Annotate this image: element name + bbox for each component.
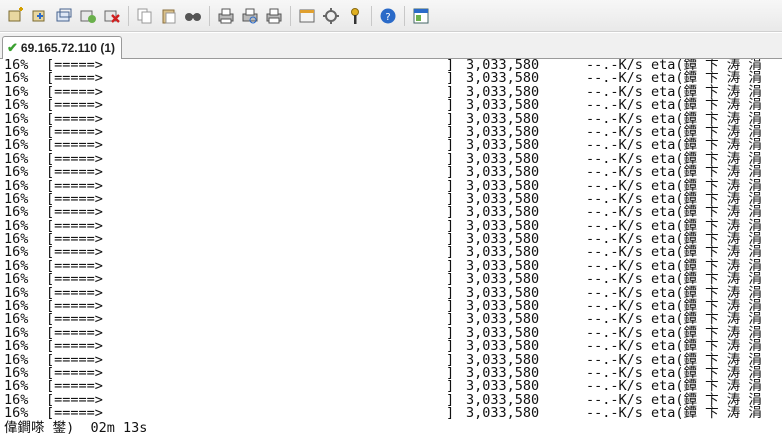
progress-bar-end: ] [446,405,455,422]
session-tab-label: 69.165.72.110 (1) [20,41,115,55]
find-icon[interactable] [183,6,203,26]
rate-eta: --.-K/s eta(鐔 卞 涛 涓 [586,405,762,422]
progress-bar-text: [=====> [46,405,103,422]
settings-icon[interactable] [321,6,341,26]
bytes-downloaded: 3,033,580 [466,405,540,422]
toolbar-separator [404,5,405,26]
disconnect-icon[interactable] [102,6,122,26]
paste-icon[interactable] [159,6,179,26]
svg-text:?: ? [385,12,390,23]
toolbar-separator [371,5,372,26]
print-icon[interactable] [264,6,284,26]
connected-check-icon: ✔ [7,40,18,55]
duplicate-session-icon[interactable] [54,6,74,26]
session-tab-bar: ✔ 69.165.72.110 (1) [0,33,782,59]
properties-icon[interactable] [297,6,317,26]
reconnect-icon[interactable] [78,6,98,26]
terminal-status-line: 偉鐧嗏 鐢) 02m 13s [4,419,148,436]
window-icon[interactable] [411,6,431,26]
open-session-icon[interactable] [30,6,50,26]
copy-icon[interactable] [135,6,155,26]
toolbar-separator [128,5,129,26]
terminal-output[interactable]: 16% [=====>] 3,033,580 --.-K/s eta(鐔 卞 涛 涓1… [0,59,782,440]
toolbar-separator [209,5,210,26]
toolbar-separator [290,5,291,26]
help-icon[interactable]: ? [378,6,398,26]
progress-percent: 16% [4,405,29,422]
toolbar: ? [0,0,782,32]
key-icon[interactable] [345,6,365,26]
new-session-icon[interactable] [6,6,26,26]
terminal-lines: 16% [=====>] 3,033,580 --.-K/s eta(鐔 卞 涛 涓1… [0,59,782,421]
terminal-line: 16% [=====>] 3,033,580 --.-K/s eta(鐔 卞 涛 涓 [0,405,782,422]
print-setup-icon[interactable] [216,6,236,26]
session-tab[interactable]: ✔ 69.165.72.110 (1) [2,36,122,59]
print-preview-icon[interactable] [240,6,260,26]
